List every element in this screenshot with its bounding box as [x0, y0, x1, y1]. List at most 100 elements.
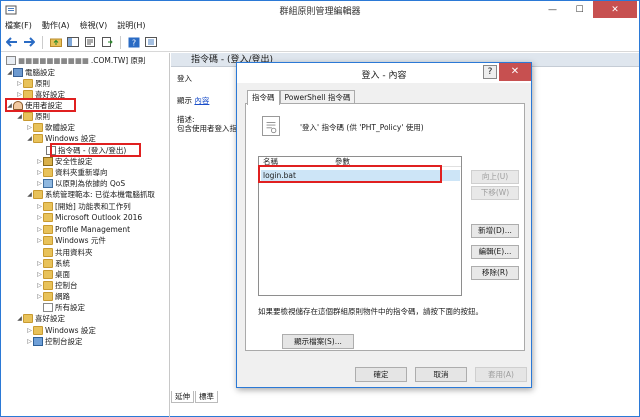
tree-windows-components[interactable]: ▷ Windows 元件 [36, 235, 106, 246]
collapsed-arrow-icon[interactable]: ▷ [16, 78, 23, 89]
tree-desktop[interactable]: ▷ 桌面 [36, 269, 70, 280]
collapsed-arrow-icon[interactable]: ▷ [26, 336, 33, 347]
tree-pane: ■■■■■■■■■■ .COM.TW] 原則 ◢ 電腦設定 ▷ 原則 ▷ 喜好設定 ◢ 使… [2, 53, 170, 417]
folder-icon [43, 236, 53, 245]
show-hide-tree-icon[interactable] [66, 35, 80, 49]
tree-start-menu[interactable]: ▷ [開始] 功能表和工作列 [36, 201, 131, 212]
collapsed-arrow-icon[interactable]: ▷ [26, 325, 33, 336]
tree-shared-folders[interactable]: 共用資料夾 [36, 247, 93, 258]
tree-cc-policy[interactable]: ▷ 原則 [16, 78, 50, 89]
collapsed-arrow-icon[interactable]: ▷ [36, 224, 43, 235]
maximize-button[interactable]: ☐ [566, 1, 593, 18]
cancel-button[interactable]: 取消 [415, 367, 467, 382]
tree-security[interactable]: ▷ 安全性設定 [36, 156, 93, 167]
move-down-button[interactable]: 下移(W) [471, 186, 519, 200]
collapsed-arrow-icon[interactable]: ▷ [36, 291, 43, 302]
menu-bar: 檔案(F) 動作(A) 檢視(V) 說明(H) [1, 19, 639, 33]
collapsed-arrow-icon[interactable]: ▷ [36, 258, 43, 269]
expanded-arrow-icon[interactable]: ◢ [16, 111, 23, 122]
collapsed-arrow-icon[interactable]: ▷ [36, 201, 43, 212]
expanded-arrow-icon[interactable]: ◢ [6, 67, 13, 78]
collapsed-arrow-icon[interactable]: ▷ [36, 156, 43, 167]
menu-file[interactable]: 檔案(F) [5, 19, 32, 33]
folder-icon [33, 134, 43, 143]
menu-help[interactable]: 說明(H) [117, 19, 145, 33]
tree-admin-templates[interactable]: ◢ 系統管理範本: 已從本機電腦抓取 [26, 189, 155, 200]
details-item[interactable]: 登入 [177, 73, 192, 84]
scripts-intro: '登入' 指令碼 (供 'PHT_Policy' 使用) [300, 123, 424, 132]
computer-icon [13, 68, 23, 77]
remove-button[interactable]: 移除(R) [471, 266, 519, 280]
qos-icon [43, 179, 53, 188]
help-icon[interactable]: ? [127, 35, 141, 49]
menu-view[interactable]: 檢視(V) [80, 19, 108, 33]
add-button[interactable]: 新增(D)... [471, 224, 519, 238]
description-text: 包含使用者登入指 [177, 124, 237, 133]
tab-powershell-scripts[interactable]: PowerShell 指令碼 [279, 90, 356, 104]
show-files-button[interactable]: 顯示檔案(S)... [282, 334, 354, 349]
tree-control-panel[interactable]: ▷ 控制台 [36, 280, 78, 291]
tree-system[interactable]: ▷ 系統 [36, 258, 70, 269]
scripts-panel: '登入' 指令碼 (供 'PHT_Policy' 使用) 名稱 參數 login… [245, 103, 525, 351]
tree-pref-control[interactable]: ▷ 控制台設定 [26, 336, 83, 347]
window-controls: — ☐ ✕ [539, 1, 637, 18]
tree-computer-config[interactable]: ◢ 電腦設定 [6, 67, 55, 78]
control-panel-icon [33, 337, 43, 346]
tab-extended[interactable]: 延伸 [171, 391, 194, 403]
tree-qos[interactable]: ▷ 以原則為依據的 QoS [36, 178, 125, 189]
tree-folder-redirect[interactable]: ▷ 資料夾重新導向 [36, 167, 108, 178]
folder-icon [43, 248, 53, 257]
svg-text:?: ? [132, 38, 136, 47]
folder-icon [33, 326, 43, 335]
collapsed-arrow-icon[interactable]: ▷ [36, 280, 43, 291]
tree-software[interactable]: ▷ 軟體設定 [26, 122, 75, 133]
folder-icon [43, 270, 53, 279]
expanded-arrow-icon[interactable]: ◢ [26, 133, 33, 144]
apply-button[interactable]: 套用(A) [475, 367, 527, 382]
close-button[interactable]: ✕ [593, 1, 637, 18]
folder-icon [43, 202, 53, 211]
title-bar: 群組原則管理編輯器 — ☐ ✕ [1, 1, 639, 19]
help-button[interactable]: ? [483, 65, 497, 79]
collapsed-arrow-icon[interactable]: ▷ [36, 178, 43, 189]
back-icon[interactable] [5, 35, 19, 49]
minimize-button[interactable]: — [539, 1, 566, 18]
folder-icon [23, 314, 33, 323]
tree-root[interactable]: ■■■■■■■■■■ .COM.TW] 原則 [6, 55, 146, 66]
dialog-close-button[interactable]: ✕ [499, 63, 531, 81]
tree-profile-mgmt[interactable]: ▷ Profile Management [36, 224, 130, 235]
collapsed-arrow-icon[interactable]: ▷ [36, 167, 43, 178]
properties-link[interactable]: 內容 [194, 96, 209, 105]
menu-action[interactable]: 動作(A) [42, 19, 70, 33]
move-up-button[interactable]: 向上(U) [471, 170, 519, 184]
expanded-arrow-icon[interactable]: ◢ [16, 313, 23, 324]
policy-icon [6, 56, 16, 65]
expanded-arrow-icon[interactable]: ◢ [26, 189, 33, 200]
tree-uc-prefs[interactable]: ◢ 喜好設定 [16, 313, 65, 324]
collapsed-arrow-icon[interactable]: ▷ [36, 212, 43, 223]
settings-list-icon [43, 303, 53, 312]
collapsed-arrow-icon[interactable]: ▷ [26, 122, 33, 133]
display-label: 顯示 內容 [177, 96, 210, 105]
collapsed-arrow-icon[interactable]: ▷ [36, 235, 43, 246]
up-folder-icon[interactable] [49, 35, 63, 49]
tree-network[interactable]: ▷ 網路 [36, 291, 70, 302]
tree-pref-windows[interactable]: ▷ Windows 設定 [26, 325, 96, 336]
login-properties-dialog: 登入 - 內容 ? ✕ 指令碼 PowerShell 指令碼 '登入' 指令碼 … [236, 62, 532, 388]
collapsed-arrow-icon[interactable]: ▷ [36, 269, 43, 280]
folder-icon [43, 259, 53, 268]
tree-outlook[interactable]: ▷ Microsoft Outlook 2016 [36, 212, 142, 223]
tree-uc-policy[interactable]: ◢ 原則 [16, 111, 50, 122]
toolbar: ? [1, 33, 639, 52]
tab-scripts[interactable]: 指令碼 [247, 90, 280, 105]
dialog-title-bar: 登入 - 內容 ? ✕ [237, 63, 531, 83]
ok-button[interactable]: 確定 [355, 367, 407, 382]
filter-icon[interactable] [144, 35, 158, 49]
folder-icon [43, 281, 53, 290]
tree-all-settings[interactable]: 所有設定 [36, 302, 85, 313]
edit-button[interactable]: 編輯(E)... [471, 245, 519, 259]
export-list-icon[interactable] [100, 35, 114, 49]
forward-icon[interactable] [22, 35, 36, 49]
properties-icon[interactable] [83, 35, 97, 49]
tab-standard[interactable]: 標準 [195, 391, 218, 403]
